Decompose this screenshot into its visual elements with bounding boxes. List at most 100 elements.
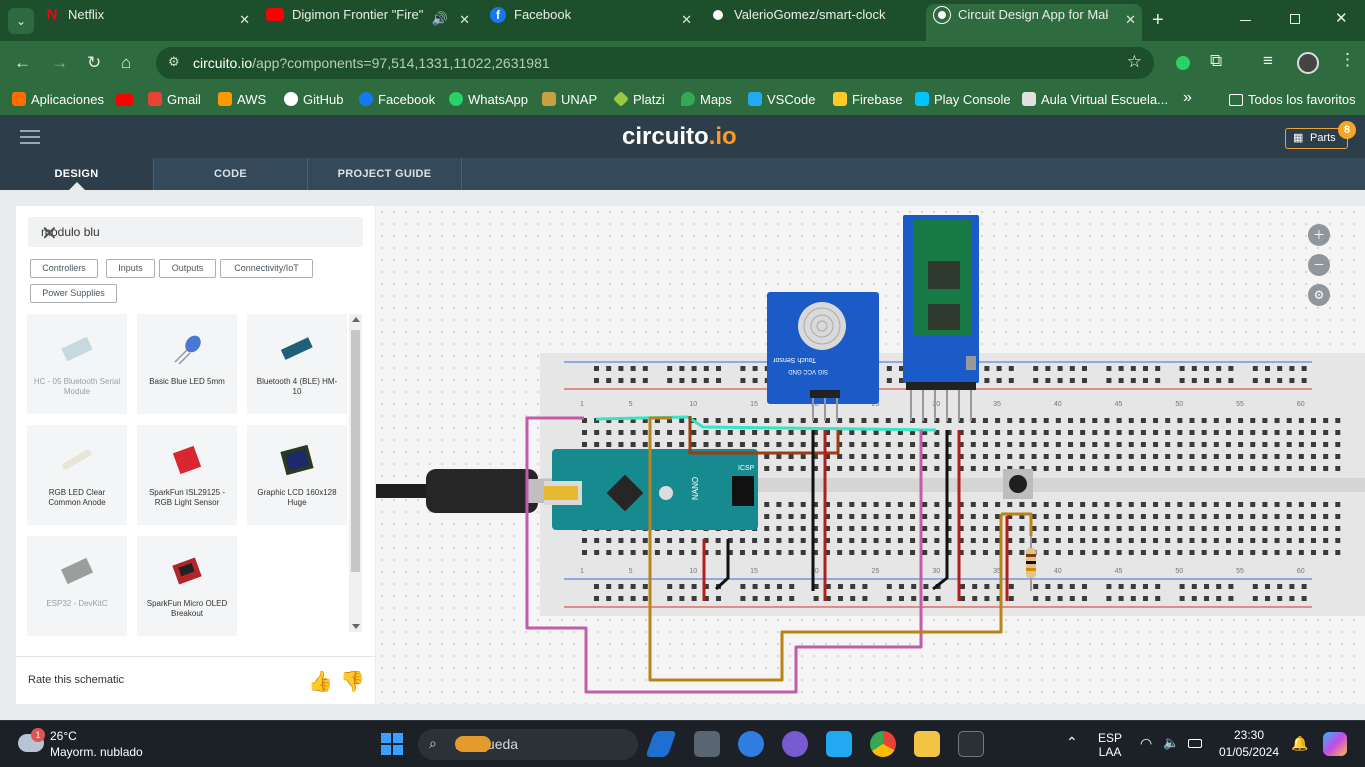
bookmark-play-console[interactable]: Play Console (915, 92, 1011, 107)
windows-start-icon[interactable] (381, 733, 403, 755)
reload-icon[interactable]: ↻ (87, 53, 101, 73)
scroll-thumb[interactable] (351, 330, 360, 572)
bookmark-aws[interactable]: AWS (218, 92, 266, 107)
zoom-in-icon[interactable]: ＋ (1308, 224, 1330, 246)
browser-tab-youtube[interactable]: Digimon Frontier "Fire" ( 🔊 ✕ (266, 6, 476, 35)
weather-text: Mayorm. nublado (50, 745, 143, 759)
app-store-icon[interactable] (738, 731, 764, 757)
hamburger-menu-icon[interactable] (20, 130, 40, 144)
whatsapp-icon (449, 92, 463, 106)
github-desktop-icon[interactable] (782, 731, 808, 757)
home-icon[interactable]: ⌂ (121, 53, 131, 73)
vscode-taskbar-icon[interactable] (826, 731, 852, 757)
chrome-taskbar-icon[interactable] (870, 731, 896, 757)
hc05-bluetooth-image (59, 334, 95, 364)
filter-controllers[interactable]: Controllers (30, 259, 98, 278)
design-canvas[interactable]: 1 1 5 5 10 10 15 15 20 20 25 25 30 30 35 35 40 40 45 45 50 50… (376, 206, 1365, 704)
scroll-down-arrow-icon[interactable] (352, 624, 360, 629)
component-label: ESP32 - DevKitC (46, 599, 108, 608)
clock[interactable]: 23:30 01/05/2024 (1214, 728, 1284, 759)
close-window-icon[interactable]: ✕ (1335, 9, 1348, 27)
bookmark-aplicaciones[interactable]: Aplicaciones (12, 92, 104, 107)
restore-icon[interactable] (1290, 14, 1300, 24)
file-explorer-icon[interactable] (914, 731, 940, 757)
browser-tab-netflix[interactable]: N Netflix ✕ (44, 6, 256, 35)
browser-menu-icon[interactable]: ⋮ (1339, 50, 1356, 70)
media-control-icon[interactable]: ≡ (1263, 51, 1273, 71)
show-hidden-icons-chevron[interactable]: ⌃ (1066, 734, 1078, 751)
all-favorites-folder[interactable]: Todos los favoritos (1229, 92, 1356, 107)
bookmark-youtube[interactable] (116, 92, 138, 107)
bookmark-vscode[interactable]: VSCode (748, 92, 815, 107)
close-tab-icon[interactable]: ✕ (681, 12, 692, 28)
notifications-bell-icon[interactable]: 🔔 (1291, 735, 1308, 752)
circuito-icon (933, 5, 951, 24)
extension-green-icon[interactable] (1176, 56, 1190, 70)
bookmark-label: Gmail (167, 92, 201, 107)
bookmark-whatsapp[interactable]: WhatsApp (449, 92, 528, 107)
extensions-puzzle-icon[interactable]: ⧉ (1210, 51, 1222, 71)
component-card[interactable]: HC - 05 Bluetooth Serial Module (27, 314, 127, 414)
profile-avatar[interactable] (1297, 52, 1319, 74)
back-arrow-icon[interactable]: ← (14, 53, 31, 73)
bookmark-platzi[interactable]: Platzi (613, 91, 665, 107)
components-scrollbar[interactable] (349, 314, 362, 632)
tab-design[interactable]: DESIGN (0, 158, 154, 190)
bookmark-firebase[interactable]: Firebase (833, 92, 903, 107)
forward-arrow-icon[interactable]: → (51, 53, 68, 73)
browser-tab-circuito[interactable]: Circuit Design App for Make ✕ (926, 4, 1142, 41)
tab-search-button[interactable]: ⌄ (8, 8, 34, 34)
tab-project-guide[interactable]: PROJECT GUIDE (308, 158, 462, 190)
shark-app-icon[interactable] (645, 731, 677, 757)
site-info-icon[interactable]: ⚙ (168, 54, 180, 70)
thumbs-up-icon[interactable]: 👍 (308, 669, 333, 694)
bookmark-star-icon[interactable]: ☆ (1127, 52, 1142, 72)
scroll-up-arrow-icon[interactable] (352, 317, 360, 322)
bookmark-facebook[interactable]: Facebook (359, 92, 435, 107)
browser-tab-facebook[interactable]: f Facebook ✕ (490, 6, 698, 35)
close-tab-icon[interactable]: ✕ (239, 12, 250, 28)
aula-virtual-icon (1022, 92, 1036, 106)
component-card[interactable]: Graphic LCD 160x128 Huge (247, 425, 347, 525)
component-card[interactable]: RGB LED Clear Common Anode (27, 425, 127, 525)
speaker-icon[interactable]: 🔊 (432, 11, 448, 27)
new-tab-button[interactable]: + (1152, 9, 1164, 32)
component-card[interactable]: SparkFun Micro OLED Breakout (137, 536, 237, 636)
browser-tab-github[interactable]: ValerioGomez/smart-clock: F (710, 6, 918, 35)
bookmark-gmail[interactable]: Gmail (148, 92, 201, 107)
filter-connectivity-iot[interactable]: Connectivity/IoT (220, 259, 313, 278)
minimize-icon[interactable] (1240, 20, 1251, 21)
component-card[interactable]: Basic Blue LED 5mm (137, 314, 237, 414)
wifi-icon[interactable]: ◠ (1140, 735, 1152, 752)
tab-code[interactable]: CODE (154, 158, 308, 190)
component-card[interactable]: ESP32 - DevKitC (27, 536, 127, 636)
component-search-input[interactable]: modulo blu ✕ (28, 217, 363, 247)
bookmark-label: Aula Virtual Escuela... (1041, 92, 1168, 107)
bookmark-aula-virtual[interactable]: Aula Virtual Escuela... (1022, 92, 1168, 107)
battery-icon[interactable] (1188, 739, 1202, 748)
taskbar-search-box[interactable]: ⌕ Búsqueda (418, 729, 638, 760)
language-indicator[interactable]: ESP LAA (1098, 731, 1122, 759)
clock-time: 23:30 (1233, 728, 1265, 742)
bookmark-maps[interactable]: Maps (681, 92, 732, 107)
bookmark-github[interactable]: GitHub (284, 92, 343, 107)
address-bar[interactable]: ⚙ circuito.io/app?components=97,514,1331… (156, 47, 1154, 79)
clear-search-icon[interactable]: ✕ (41, 221, 351, 246)
zoom-out-icon[interactable]: － (1308, 254, 1330, 276)
snipping-tool-icon[interactable] (694, 731, 720, 757)
close-tab-icon[interactable]: ✕ (459, 12, 470, 28)
component-card[interactable]: Bluetooth 4 (BLE) HM-10 (247, 314, 347, 414)
component-card[interactable]: SparkFun ISL29125 - RGB Light Sensor (137, 425, 237, 525)
weather-widget[interactable]: 1 26°C Mayorm. nublado (16, 728, 156, 762)
settings-gear-icon[interactable]: ⚙ (1308, 284, 1330, 306)
thumbs-down-icon[interactable]: 👎 (340, 669, 365, 694)
volume-icon[interactable]: 🔈 (1163, 735, 1179, 751)
more-bookmarks-chevron[interactable]: » (1183, 89, 1192, 107)
filter-power-supplies[interactable]: Power Supplies (30, 284, 117, 303)
filter-outputs[interactable]: Outputs (159, 259, 216, 278)
copilot-icon[interactable] (1323, 732, 1347, 756)
close-tab-icon[interactable]: ✕ (1125, 12, 1136, 28)
filter-inputs[interactable]: Inputs (106, 259, 155, 278)
terminal-icon[interactable] (958, 731, 984, 757)
bookmark-unap[interactable]: UNAP (542, 92, 597, 107)
